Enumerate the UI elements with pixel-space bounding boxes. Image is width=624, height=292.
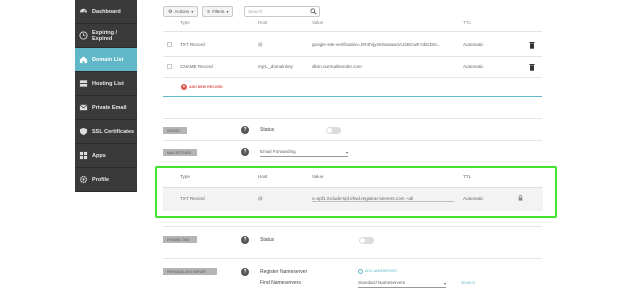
filters-dropdown[interactable]: ≡ Filters ▾	[202, 6, 234, 17]
add-new-record-button[interactable]: + ADD NEW RECORD	[181, 84, 223, 90]
actions-dropdown[interactable]: ⚙ Actions ▾	[163, 6, 199, 17]
chevron-down-icon: ▾	[443, 281, 446, 286]
plus-icon: +	[181, 83, 187, 90]
chevron-down-icon: ▾	[226, 9, 229, 14]
home-icon	[79, 55, 88, 64]
help-icon[interactable]: ?	[241, 236, 249, 244]
grid-icon	[79, 151, 88, 160]
add-icon	[358, 269, 363, 274]
trash-icon[interactable]	[529, 63, 535, 71]
sidebar-item-label: Dashboard	[92, 8, 121, 15]
divider	[163, 118, 542, 119]
sidebar-item-label: Profile	[92, 176, 110, 183]
chevron-down-icon: ▾	[191, 9, 194, 14]
col-ttl-header: TTL	[463, 20, 472, 25]
sidebar-item-hosting-list[interactable]: Hosting List	[75, 72, 137, 96]
find-nameservers-label: Find Nameservers	[260, 280, 301, 286]
sidebar-item-domain-list[interactable]: Domain List	[75, 48, 137, 72]
search-button[interactable]: SEARCH	[461, 281, 475, 285]
find-nameservers-selected: Standard Nameservers	[358, 280, 406, 285]
sidebar-item-label: Private Email	[92, 104, 127, 111]
envelope-icon	[79, 103, 88, 112]
record-value: google-site-verification=2R4hrjyo5Swaaw4…	[312, 42, 441, 47]
record-ttl: Automatic	[463, 64, 484, 69]
row-checkbox[interactable]	[167, 42, 172, 47]
dnssec-status-label: Status	[260, 127, 275, 133]
help-icon[interactable]: ?	[241, 126, 249, 134]
divider	[163, 77, 542, 78]
divider	[163, 31, 542, 32]
search-placeholder: Search	[248, 9, 263, 14]
search-icon[interactable]	[310, 8, 317, 16]
record-value: dkim.ourmailsender.com	[312, 64, 362, 69]
add-record-label: ADD NEW RECORD	[189, 85, 223, 89]
filter-icon: ≡	[207, 8, 211, 15]
register-nameserver-label: Register Nameserver	[260, 269, 308, 275]
help-icon[interactable]: ?	[241, 148, 249, 156]
dynamic-dns-toggle[interactable]	[359, 237, 374, 244]
personal-dns-section-label: PERSONAL DNS SERVER	[163, 268, 217, 275]
sidebar-item-expiring[interactable]: Expiring / Expired	[75, 24, 137, 48]
clock-icon	[79, 31, 88, 40]
highlight-box	[155, 166, 557, 218]
divider	[163, 258, 542, 259]
section-divider	[163, 96, 542, 97]
mail-settings-section-label: MAIL SETTINGS	[163, 149, 197, 156]
chevron-down-icon: ▾	[345, 150, 348, 155]
col-type-header: Type	[180, 20, 190, 25]
record-type: CNAME Record	[180, 64, 213, 69]
add-nameserver-button[interactable]: ADD NAMESERVER	[365, 269, 397, 273]
trash-icon[interactable]	[529, 41, 535, 49]
divider	[163, 140, 542, 141]
col-host-header: Host	[258, 20, 268, 25]
record-host: mp1._domainkey	[258, 64, 293, 69]
gear-icon: ⚙	[168, 8, 173, 15]
toolbar: ⚙ Actions ▾ ≡ Filters ▾	[163, 6, 234, 18]
dnssec-section-label: DNSSEC	[163, 127, 187, 134]
dashboard-icon	[79, 7, 88, 16]
record-host: @	[258, 42, 263, 47]
shield-icon	[79, 127, 88, 136]
sidebar: Dashboard Expiring / Expired Domain List…	[75, 0, 137, 192]
gear-icon	[79, 175, 88, 184]
col-value-header: Value	[312, 20, 324, 25]
divider	[163, 56, 542, 57]
sidebar-item-label: Expiring / Expired	[92, 29, 118, 42]
divider	[163, 226, 542, 227]
server-icon	[79, 79, 88, 88]
search-input[interactable]: Search	[244, 6, 320, 17]
help-icon[interactable]: ?	[241, 268, 249, 276]
sidebar-item-label: Domain List	[92, 56, 124, 63]
record-type: TXT Record	[180, 42, 205, 47]
record-ttl: Automatic	[463, 42, 484, 47]
sidebar-item-profile[interactable]: Profile	[75, 168, 137, 192]
personal-dns-section-text: PERSONAL DNS SERVER	[167, 269, 206, 274]
sidebar-item-label: Hosting List	[92, 80, 124, 87]
row-checkbox[interactable]	[167, 64, 172, 69]
mail-settings-select[interactable]: Email Forwarding ▾	[260, 149, 348, 157]
find-nameservers-select[interactable]: Standard Nameservers ▾	[358, 280, 446, 288]
sidebar-item-label: Apps	[92, 152, 106, 159]
actions-label: Actions	[174, 9, 190, 14]
sidebar-item-dashboard[interactable]: Dashboard	[75, 0, 137, 24]
dynamic-dns-section-text: DYNAMIC DNS	[167, 237, 190, 242]
mail-settings-selected: Email Forwarding	[260, 149, 296, 154]
sidebar-item-private-email[interactable]: Private Email	[75, 96, 137, 120]
dynamic-dns-section-label: DYNAMIC DNS	[163, 236, 197, 243]
dnssec-section-text: DNSSEC	[167, 128, 181, 133]
sidebar-item-label: SSL Certificates	[92, 128, 135, 135]
sidebar-item-ssl-certificates[interactable]: SSL Certificates	[75, 120, 137, 144]
filters-label: Filters	[212, 9, 225, 14]
mail-settings-section-text: MAIL SETTINGS	[167, 150, 192, 155]
dynamic-dns-status-label: Status	[260, 237, 275, 243]
dnssec-toggle[interactable]	[326, 127, 341, 134]
sidebar-item-apps[interactable]: Apps	[75, 144, 137, 168]
